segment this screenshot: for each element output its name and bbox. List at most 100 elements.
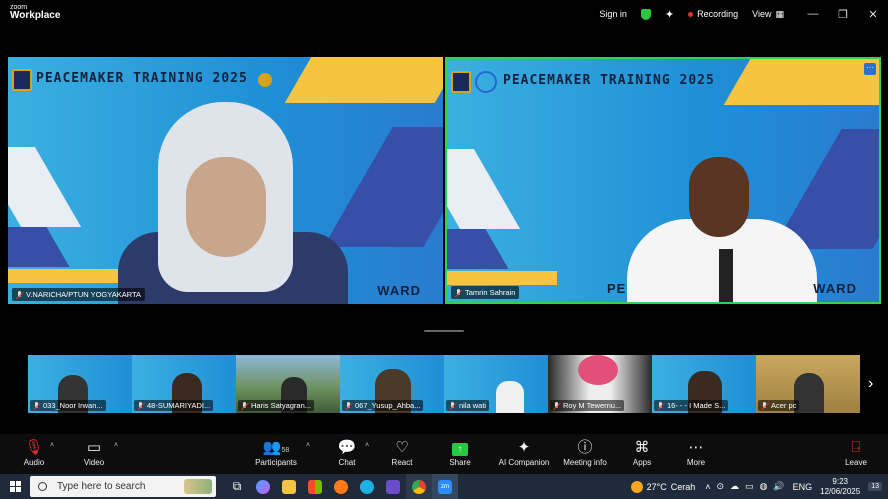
taskbar-clock[interactable]: 9:23 12/06/2025 <box>820 477 860 497</box>
thumbnail-tile[interactable]: nila wati <box>444 355 548 413</box>
participants-button[interactable]: 👥58 Participants <box>252 438 300 467</box>
mic-muted-icon <box>33 401 40 410</box>
leave-button[interactable]: ⍈ Leave <box>842 438 870 467</box>
windows-start-button[interactable] <box>0 481 30 492</box>
yellow-stripe <box>284 57 443 103</box>
face <box>186 157 266 257</box>
firefox-icon[interactable] <box>328 474 354 499</box>
yellow-stripe <box>723 59 879 105</box>
participant-name: Acer pc <box>771 401 797 410</box>
tile-prefix-text: PE <box>607 281 627 296</box>
task-view-icon[interactable]: ⧉ <box>224 474 250 499</box>
badge-icon <box>258 73 272 87</box>
thumbnail-tile[interactable]: Roy M Tewernu... <box>548 355 652 413</box>
mic-muted-icon <box>345 401 352 410</box>
participant-name: Tamrin Sahrain <box>465 288 516 297</box>
meeting-info-label: Meeting info <box>563 458 607 467</box>
zoom-app-icon[interactable]: zm <box>432 474 458 499</box>
people-icon: 👥 <box>262 439 282 456</box>
thumbnail-tile[interactable]: Haris Satyagran... <box>236 355 340 413</box>
hidden-icons-chevron-icon[interactable]: ˄ <box>705 482 710 492</box>
grid-icon: ▦ <box>775 8 784 19</box>
sign-in-button[interactable]: Sign in <box>599 9 627 19</box>
word-icon[interactable] <box>380 474 406 499</box>
taskbar-search-box[interactable]: Type here to search <box>30 476 216 497</box>
battery-icon[interactable]: ▭ <box>745 481 754 492</box>
chat-icon: 💬 <box>337 439 357 456</box>
heart-icon: ♡ <box>395 439 409 456</box>
thumbnail-tile[interactable]: 48-SUMARIYADI... <box>132 355 236 413</box>
notification-badge[interactable]: 13 <box>868 482 882 491</box>
thumbnail-tile[interactable]: 033_Noor Irwan... <box>28 355 132 413</box>
maximize-button[interactable]: ❐ <box>828 8 858 21</box>
participant-count: 58 <box>281 447 290 454</box>
participant-name: Haris Satyagran... <box>251 401 312 410</box>
mic-muted-icon <box>16 290 23 299</box>
chrome-icon[interactable] <box>406 474 432 499</box>
thumbnail-tile[interactable]: 067_Yusup_Ahba... <box>340 355 444 413</box>
thumbnail-label: Haris Satyagran... <box>238 400 315 411</box>
tile-banner: PEACEMAKER TRAINING 2025 <box>503 73 715 88</box>
info-icon: ⓘ <box>577 439 593 456</box>
logo-icon <box>475 71 497 93</box>
recording-indicator[interactable]: Recording <box>688 9 738 19</box>
recording-label: Recording <box>697 9 739 19</box>
network-icon[interactable]: ◍ <box>760 481 768 492</box>
audio-button[interactable]: 🎙 Audio <box>20 438 48 467</box>
brand-large: Workplace <box>10 10 61 21</box>
clock-date: 12/06/2025 <box>820 486 861 496</box>
video-tile-speaker-1[interactable]: PEACEMAKER TRAINING 2025 WARD V.NARICHA/… <box>8 57 443 304</box>
more-button[interactable]: ⋯ More <box>682 438 710 467</box>
video-label: Video <box>83 458 105 467</box>
meeting-info-button[interactable]: ⓘ Meeting info <box>560 438 610 467</box>
weather-desc[interactable]: Cerah <box>671 482 696 492</box>
emblem-icon <box>12 69 32 91</box>
resize-handle[interactable] <box>424 330 464 332</box>
video-button[interactable]: ▭ Video <box>80 438 108 467</box>
thumbnail-label: 48-SUMARIYADI... <box>134 400 214 411</box>
file-explorer-icon[interactable] <box>276 474 302 499</box>
chat-button[interactable]: 💬 Chat <box>334 438 360 467</box>
mic-muted-icon <box>553 401 560 410</box>
view-button[interactable]: View ▦ <box>752 9 784 20</box>
view-label: View <box>752 9 772 19</box>
more-options-icon[interactable]: ··· <box>864 63 876 75</box>
leave-door-icon: ⍈ <box>851 439 861 456</box>
audio-options-chevron-icon[interactable]: ˄ <box>50 442 54 449</box>
participant-video <box>578 355 618 385</box>
tile-corner-text: WARD <box>813 281 857 296</box>
sparkle-icon[interactable]: ✦ <box>665 8 674 21</box>
next-page-chevron-icon[interactable]: › <box>868 375 873 393</box>
apps-label: Apps <box>632 458 652 467</box>
volume-icon[interactable]: 🔊 <box>773 481 784 492</box>
emblem-icon <box>451 71 471 93</box>
tile-corner-text: WARD <box>377 283 421 298</box>
thumbnail-label: Roy M Tewernu... <box>550 400 625 411</box>
participant-video <box>496 381 524 413</box>
encryption-shield-icon[interactable] <box>640 8 651 20</box>
participant-name-label: V.NARICHA/PTUN YOGYAKARTA <box>12 288 146 301</box>
chat-options-chevron-icon[interactable]: ˄ <box>365 442 369 449</box>
share-button[interactable]: ↑ Share <box>446 438 474 467</box>
copilot-icon[interactable] <box>250 474 276 499</box>
language-indicator[interactable]: ENG <box>793 482 813 492</box>
close-button[interactable]: ✕ <box>858 8 888 21</box>
weather-icon[interactable] <box>630 480 643 493</box>
minimize-button[interactable]: — <box>798 8 828 20</box>
participants-options-chevron-icon[interactable]: ˄ <box>306 442 310 449</box>
video-tile-speaker-2[interactable]: PEACEMAKER TRAINING 2025 ··· PE WARD Tam… <box>445 57 881 304</box>
mic-muted-icon <box>137 401 144 410</box>
audio-label: Audio <box>23 458 45 467</box>
edge-icon[interactable] <box>354 474 380 499</box>
weather-temp[interactable]: 27°C <box>647 482 667 492</box>
apps-button[interactable]: ⌘ Apps <box>628 438 656 467</box>
react-button[interactable]: ♡ React <box>388 438 416 467</box>
ai-companion-button[interactable]: ✦ AI Companion <box>494 438 554 467</box>
microsoft-store-icon[interactable] <box>302 474 328 499</box>
zoom-tray-icon[interactable]: ⊙ <box>717 481 725 492</box>
video-options-chevron-icon[interactable]: ˄ <box>114 442 118 449</box>
thumbnail-tile[interactable]: Acer pc <box>756 355 860 413</box>
thumbnail-tile[interactable]: 16- - - I Made S... <box>652 355 756 413</box>
participant-name-label: Tamrin Sahrain <box>451 286 520 299</box>
cloud-icon[interactable]: ☁ <box>730 481 739 492</box>
